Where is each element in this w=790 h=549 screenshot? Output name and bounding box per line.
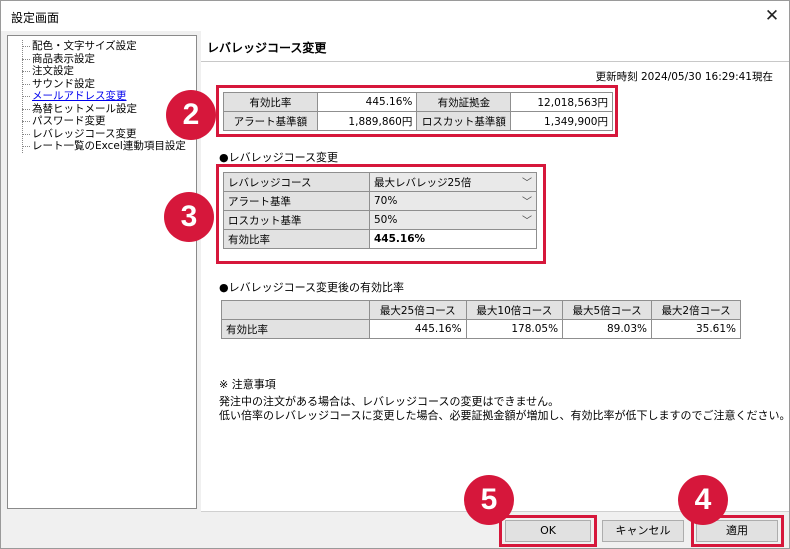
step-badge-3: 3 bbox=[164, 192, 214, 242]
after-value: 445.16% bbox=[369, 319, 467, 339]
after-row-label: 有効比率 bbox=[221, 319, 370, 339]
title-bar: 設定画面 ✕ bbox=[1, 1, 789, 31]
tree-item-sound[interactable]: サウンド設定 bbox=[8, 78, 196, 91]
highlight-frame-2 bbox=[216, 85, 618, 137]
close-icon[interactable]: ✕ bbox=[759, 3, 785, 29]
step-badge-2: 2 bbox=[166, 90, 216, 140]
table-row: 最大25倍コース 最大10倍コース 最大5倍コース 最大2倍コース bbox=[221, 300, 741, 320]
after-heading: ●レバレッジコース変更後の有効比率 bbox=[219, 281, 405, 294]
after-header: 最大2倍コース bbox=[651, 300, 741, 320]
highlight-frame-3 bbox=[216, 164, 546, 264]
notes-line-2: 低い倍率のレバレッジコースに変更した場合、必要証拠金額が増加し、有効比率が低下し… bbox=[219, 409, 790, 422]
step-badge-4: 4 bbox=[678, 475, 728, 525]
tree-item-product-display[interactable]: 商品表示設定 bbox=[8, 53, 196, 66]
update-time: 更新時刻 2024/05/30 16:29:41現在 bbox=[595, 71, 773, 83]
settings-window: 設定画面 ✕ 配色・文字サイズ設定 商品表示設定 注文設定 サウンド設定 メール… bbox=[0, 0, 790, 549]
after-table: 最大25倍コース 最大10倍コース 最大5倍コース 最大2倍コース 有効比率 4… bbox=[221, 300, 741, 339]
step-badge-5: 5 bbox=[464, 475, 514, 525]
after-header: 最大10倍コース bbox=[465, 300, 564, 320]
highlight-frame-5 bbox=[499, 515, 597, 547]
after-header: 最大25倍コース bbox=[369, 300, 467, 320]
after-header: 最大5倍コース bbox=[562, 300, 653, 320]
after-value: 89.03% bbox=[562, 319, 653, 339]
tree-item-excel-link[interactable]: レート一覧のExcel連動項目設定 bbox=[8, 140, 196, 153]
cancel-button[interactable]: キャンセル bbox=[602, 520, 684, 542]
notes-title: ※ 注意事項 bbox=[219, 378, 276, 391]
title-divider bbox=[201, 61, 789, 62]
tree-item-color-font[interactable]: 配色・文字サイズ設定 bbox=[8, 40, 196, 53]
table-row: 有効比率 445.16% 178.05% 89.03% 35.61% bbox=[221, 319, 741, 339]
main-panel: レバレッジコース変更 更新時刻 2024/05/30 16:29:41現在 有効… bbox=[201, 31, 790, 511]
after-value: 35.61% bbox=[651, 319, 741, 339]
tree-item-order[interactable]: 注文設定 bbox=[8, 65, 196, 78]
leverage-heading: ●レバレッジコース変更 bbox=[219, 151, 339, 164]
after-value: 178.05% bbox=[465, 319, 564, 339]
tree-item-leverage-course[interactable]: レバレッジコース変更 bbox=[8, 128, 196, 141]
page-title: レバレッジコース変更 bbox=[207, 41, 327, 55]
tree-item-email-change[interactable]: メールアドレス変更 bbox=[8, 90, 196, 103]
after-header-blank bbox=[221, 300, 370, 320]
window-title: 設定画面 bbox=[11, 11, 60, 25]
